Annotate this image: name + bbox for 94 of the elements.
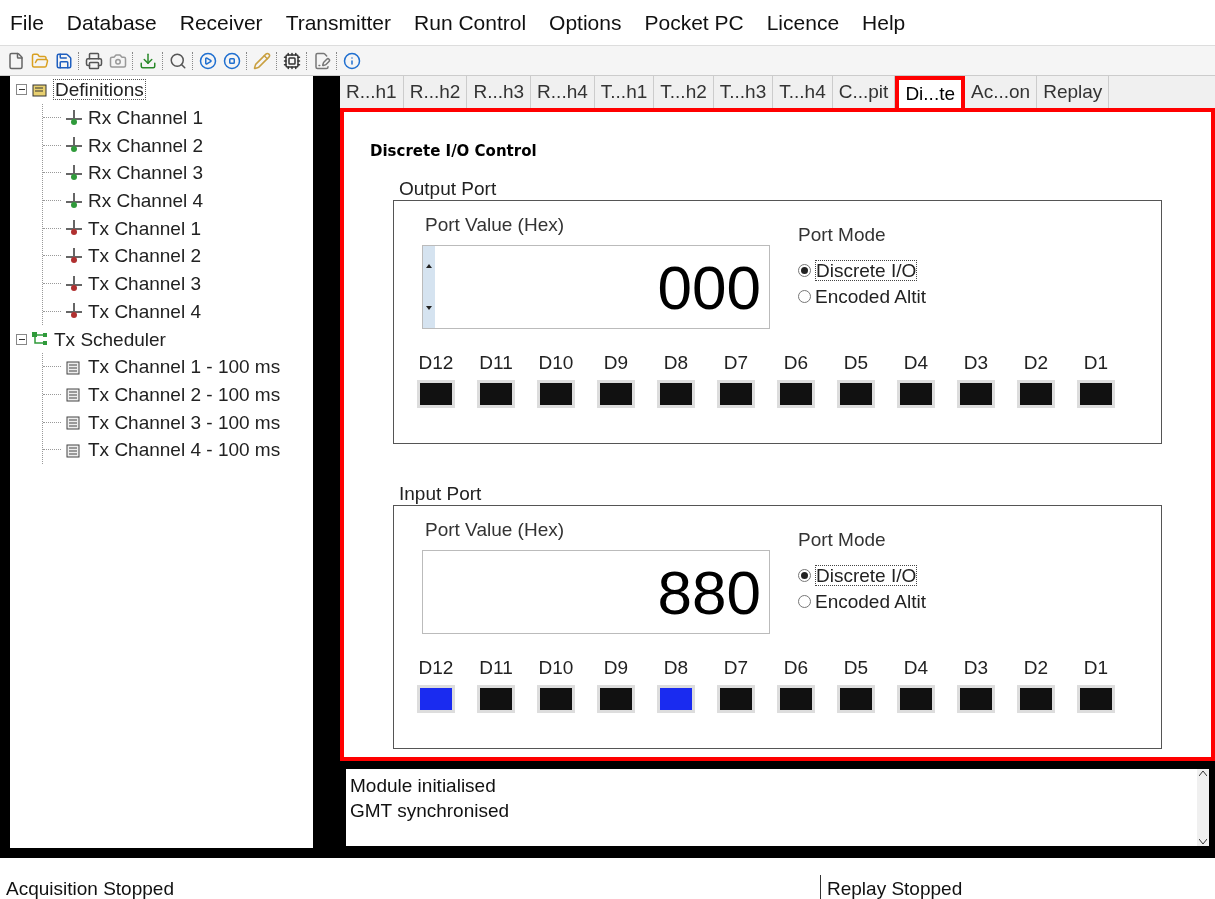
bit-label: D4 (903, 658, 929, 677)
menu-item[interactable]: Help (862, 6, 906, 39)
status-text: Acquisition Stopped (6, 878, 174, 899)
bit-label: D5 (843, 353, 869, 372)
group-title: Input Port (399, 483, 483, 503)
printer-icon[interactable] (84, 50, 104, 71)
tree-item[interactable]: Tx Channel 4 - 100 ms (87, 440, 282, 460)
bit-label: D2 (1023, 658, 1049, 677)
stop-icon[interactable] (222, 50, 242, 71)
radio-button[interactable] (798, 289, 811, 303)
bit-label: D3 (963, 658, 989, 677)
port-value-field[interactable]: 000 (422, 245, 770, 329)
tab[interactable]: Di...te (895, 76, 965, 108)
new-file-icon[interactable] (6, 50, 26, 71)
up-arrow-icon (426, 264, 432, 268)
radio-button[interactable] (798, 263, 811, 277)
radio-option[interactable]: Encoded Altit (798, 588, 926, 608)
bit-label: D3 (963, 353, 989, 372)
channel-icon (65, 163, 83, 182)
bit-label: D9 (603, 658, 629, 677)
bit-label: D12 (418, 353, 454, 372)
bit-label: D2 (1023, 353, 1049, 372)
bit-label: D8 (663, 353, 689, 372)
tree-item[interactable]: Rx Channel 3 (87, 163, 205, 183)
chip-icon[interactable] (282, 50, 302, 71)
menu-item[interactable]: File (10, 6, 44, 39)
status-text: Replay Stopped (827, 878, 963, 899)
bit-label: D7 (723, 658, 749, 677)
down-arrow-icon (426, 306, 432, 310)
spinner-control[interactable] (423, 246, 435, 328)
bit-label: D1 (1083, 658, 1109, 677)
channel-icon (65, 191, 83, 210)
radio-option[interactable]: Encoded Altit (798, 283, 926, 303)
bit-label: D8 (663, 658, 689, 677)
network-icon (31, 331, 49, 348)
field-label: Port Value (Hex) (425, 212, 566, 237)
bit-label: D4 (903, 353, 929, 372)
channel-icon (65, 136, 83, 155)
mode-label: Port Mode (798, 527, 887, 552)
log-line: Module initialised (350, 774, 497, 799)
collapse-toggle[interactable] (16, 333, 27, 345)
folder-icon (31, 81, 49, 98)
menu-item[interactable]: Receiver (179, 6, 263, 39)
tree-item[interactable]: Tx Channel 1 (87, 218, 202, 238)
bit-label: D1 (1083, 353, 1109, 372)
menu-item[interactable]: Run Control (414, 6, 527, 39)
tree-item[interactable]: Rx Channel 2 (87, 135, 205, 155)
menu-item[interactable]: Pocket PC (644, 6, 744, 39)
log-line: GMT synchronised (350, 799, 511, 824)
radio-button[interactable] (798, 568, 811, 582)
menu-item[interactable]: Licence (766, 6, 840, 39)
bit-label: D10 (538, 658, 574, 677)
document-icon (65, 441, 83, 458)
tree-item[interactable]: Definitions (53, 79, 146, 101)
tree-item[interactable]: Tx Channel 3 (87, 274, 202, 294)
radio-button[interactable] (798, 594, 811, 608)
bit-label: D7 (723, 353, 749, 372)
tree-item[interactable]: Tx Channel 2 - 100 ms (87, 384, 282, 404)
channel-icon (65, 302, 83, 321)
menu-item[interactable]: Database (66, 6, 157, 39)
channel-icon (65, 219, 83, 238)
channel-icon (65, 108, 83, 127)
menu-item[interactable]: Options (549, 6, 622, 39)
tree-item[interactable]: Rx Channel 1 (87, 108, 205, 128)
bit-label: D11 (479, 658, 513, 677)
channel-icon (65, 246, 83, 265)
bit-label: D5 (843, 658, 869, 677)
document-icon[interactable] (312, 50, 332, 71)
tree-item[interactable]: Tx Channel 3 - 100 ms (87, 412, 282, 432)
document-icon (65, 358, 83, 375)
panel-title: Discrete I/O Control (370, 141, 538, 162)
document-icon (65, 414, 83, 431)
group-title: Output Port (399, 178, 498, 198)
channel-icon (65, 274, 83, 293)
tree-item[interactable]: Rx Channel 4 (87, 191, 205, 211)
bit-label: D11 (479, 353, 513, 372)
tree-item[interactable]: Tx Channel 4 (87, 301, 202, 321)
field-label: Port Value (Hex) (425, 517, 566, 542)
collapse-toggle[interactable] (16, 84, 27, 96)
port-value-field[interactable]: 880 (422, 550, 770, 634)
tree-item[interactable]: Tx Scheduler (53, 329, 167, 349)
menu-item[interactable]: Transmitter (285, 6, 392, 39)
document-icon (65, 386, 83, 403)
play-icon[interactable] (198, 50, 218, 71)
tree-item[interactable]: Tx Channel 1 - 100 ms (87, 357, 282, 377)
tree-item[interactable]: Tx Channel 2 (87, 246, 202, 266)
bit-label: D6 (783, 658, 809, 677)
bit-label: D9 (603, 353, 629, 372)
bit-label: D6 (783, 353, 809, 372)
bit-label: D12 (418, 658, 454, 677)
scrollbar[interactable] (1197, 769, 1209, 847)
mode-label: Port Mode (798, 222, 887, 247)
info-icon[interactable] (342, 50, 362, 71)
bit-label: D10 (538, 353, 574, 372)
